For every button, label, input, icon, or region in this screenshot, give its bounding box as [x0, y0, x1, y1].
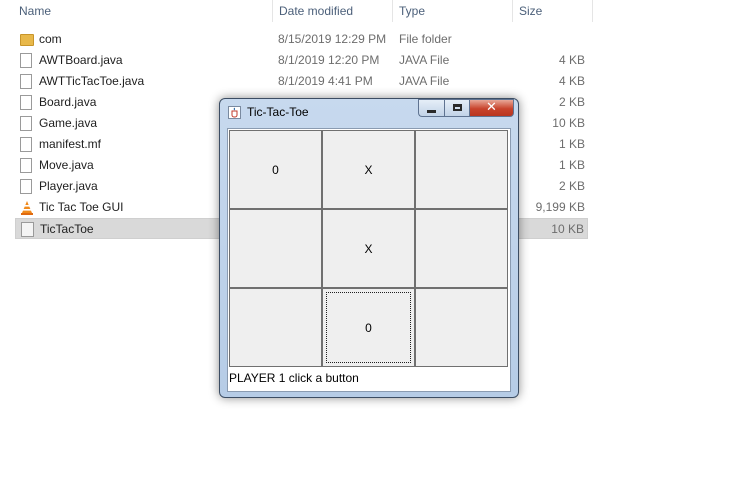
file-size: 4 KB — [558, 74, 585, 88]
file-size: 10 KB — [551, 222, 584, 236]
file-row-awtboard[interactable]: AWTBoard.java 8/1/2019 12:20 PM JAVA Fil… — [15, 50, 588, 71]
file-name: AWTTicTacToe.java — [39, 74, 145, 88]
file-icon — [20, 116, 32, 131]
file-date: 8/15/2019 12:29 PM — [278, 32, 387, 46]
board-cell-2-1[interactable]: 0 — [322, 288, 415, 367]
executable-jar-icon — [21, 222, 34, 237]
file-size: 2 KB — [558, 95, 585, 109]
column-header: Name Date modified Type Size — [0, 0, 600, 22]
column-type[interactable]: Type — [393, 0, 513, 22]
file-icon — [20, 74, 32, 89]
close-icon: ✕ — [486, 100, 497, 115]
file-icon — [20, 158, 32, 173]
cell-mark: X — [364, 241, 373, 256]
maximize-icon — [453, 104, 462, 111]
java-cup-icon — [228, 106, 241, 119]
file-size: 1 KB — [558, 137, 585, 151]
status-label: PLAYER 1 click a button — [229, 371, 359, 385]
folder-icon — [20, 34, 34, 46]
file-type: JAVA File — [399, 53, 450, 67]
file-type: JAVA File — [399, 74, 450, 88]
board-cell-0-2[interactable] — [415, 130, 508, 209]
board-cell-2-2[interactable] — [415, 288, 508, 367]
board-cell-1-1[interactable]: X — [322, 209, 415, 288]
board-cell-1-0[interactable] — [229, 209, 322, 288]
file-row-com[interactable]: com 8/15/2019 12:29 PM File folder — [15, 29, 588, 50]
file-name: AWTBoard.java — [39, 53, 123, 67]
column-date-modified[interactable]: Date modified — [273, 0, 393, 22]
file-name: manifest.mf — [39, 137, 102, 151]
cell-mark: X — [364, 162, 373, 177]
maximize-button[interactable] — [444, 99, 470, 117]
minimize-button[interactable] — [418, 99, 444, 117]
file-icon — [20, 53, 32, 68]
board-cell-0-0[interactable]: 0 — [229, 130, 322, 209]
vlc-cone-icon — [21, 201, 33, 215]
file-row-awttictactoe[interactable]: AWTTicTacToe.java 8/1/2019 4:41 PM JAVA … — [15, 71, 588, 92]
file-name: TicTacToe — [40, 222, 94, 236]
file-type: File folder — [399, 32, 452, 46]
file-icon — [20, 179, 32, 194]
column-size[interactable]: Size — [513, 0, 593, 22]
explorer-footer-area — [0, 455, 747, 481]
file-name: Board.java — [39, 95, 97, 109]
window-controls: ✕ — [418, 99, 514, 118]
file-size: 1 KB — [558, 158, 585, 172]
close-button[interactable]: ✕ — [470, 99, 514, 117]
file-size: 4 KB — [558, 53, 585, 67]
file-size: 9,199 KB — [535, 200, 585, 214]
file-name: Tic Tac Toe GUI — [39, 200, 124, 214]
board-cell-2-0[interactable] — [229, 288, 322, 367]
file-size: 2 KB — [558, 179, 585, 193]
minimize-icon — [427, 110, 436, 113]
file-size: 10 KB — [552, 116, 585, 130]
window-titlebar[interactable]: Tic-Tac-Toe ✕ — [220, 99, 518, 125]
file-icon — [20, 95, 32, 110]
file-name: Move.java — [39, 158, 94, 172]
cell-mark: 0 — [272, 162, 279, 177]
file-name: Player.java — [39, 179, 98, 193]
window-client-area: 0 X X 0 PLAYER 1 click a button — [227, 128, 511, 392]
file-name: com — [39, 32, 62, 46]
file-date: 8/1/2019 12:20 PM — [278, 53, 380, 67]
window-title: Tic-Tac-Toe — [247, 105, 309, 119]
file-date: 8/1/2019 4:41 PM — [278, 74, 373, 88]
file-name: Game.java — [39, 116, 98, 130]
file-icon — [20, 137, 32, 152]
game-board: 0 X X 0 — [229, 130, 509, 367]
focus-ring — [326, 292, 411, 363]
tic-tac-toe-window[interactable]: Tic-Tac-Toe ✕ 0 X X 0 PLAYER 1 click a b… — [219, 98, 519, 398]
board-cell-0-1[interactable]: X — [322, 130, 415, 209]
board-cell-1-2[interactable] — [415, 209, 508, 288]
column-name[interactable]: Name — [13, 0, 273, 22]
